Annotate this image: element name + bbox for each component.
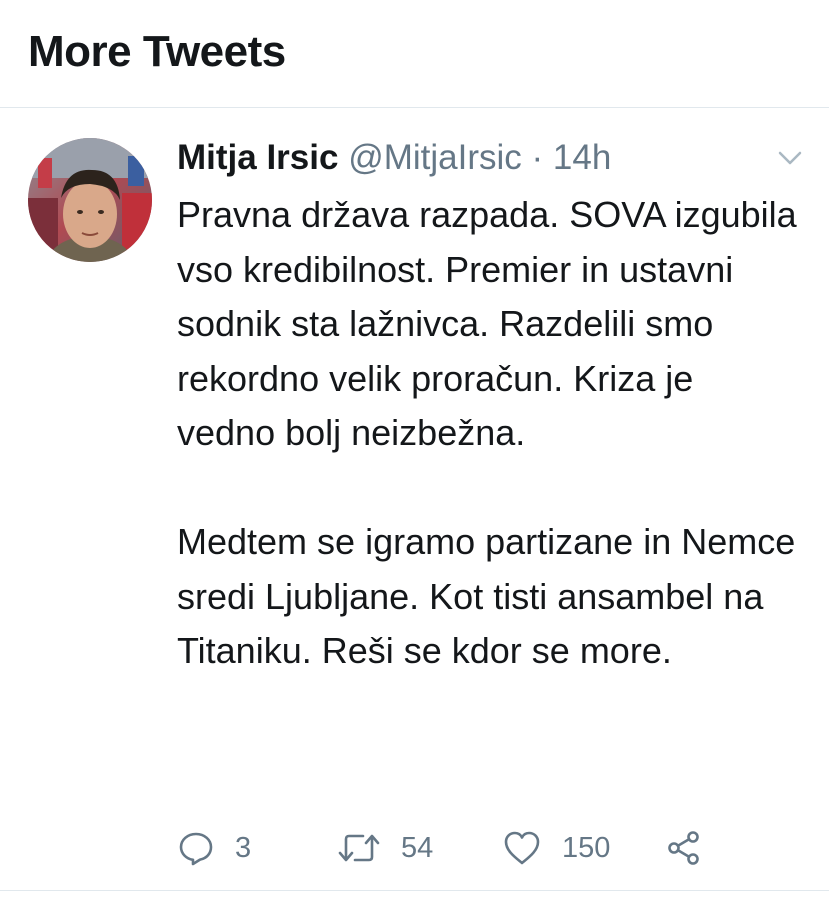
retweet-icon — [337, 829, 381, 867]
page-header: More Tweets — [0, 0, 829, 108]
retweet-button[interactable]: 54 — [337, 826, 433, 870]
like-button[interactable]: 150 — [502, 826, 610, 870]
timestamp[interactable]: 14h — [553, 138, 611, 177]
tweet-text: Pravna država razpada. SOVA izgubila vso… — [177, 194, 797, 671]
share-button[interactable] — [665, 826, 703, 870]
tweet[interactable]: Mitja Irsic @MitjaIrsic · 14h Pravna drž… — [0, 108, 829, 891]
share-icon — [665, 829, 703, 867]
author-name[interactable]: Mitja Irsic — [177, 138, 338, 177]
retweet-count: 54 — [401, 831, 434, 864]
reply-count: 3 — [235, 831, 252, 864]
reply-icon — [177, 829, 215, 867]
avatar[interactable] — [28, 138, 152, 262]
tweet-actions: 3 54 150 — [177, 826, 797, 870]
reply-button[interactable]: 3 — [177, 826, 251, 870]
like-count: 150 — [562, 831, 611, 864]
tweet-header: Mitja Irsic @MitjaIrsic · 14h — [177, 136, 611, 180]
page-title: More Tweets — [28, 27, 286, 76]
heart-icon — [502, 829, 542, 867]
author-handle[interactable]: @MitjaIrsic — [348, 138, 522, 177]
separator-dot: · — [531, 138, 544, 177]
chevron-down-icon[interactable] — [776, 148, 804, 168]
